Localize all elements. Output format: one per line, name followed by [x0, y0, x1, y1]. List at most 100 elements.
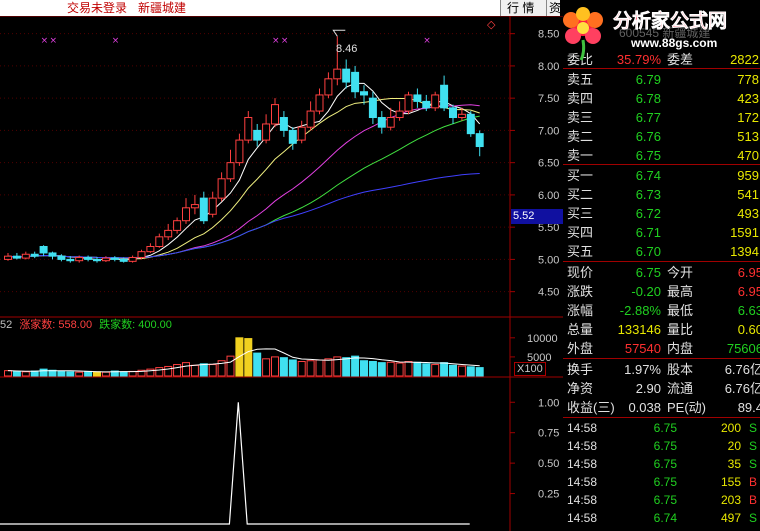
order-volume: 959 [737, 168, 759, 183]
stat-value: 6.76亿 [724, 381, 760, 396]
candle-body [244, 117, 253, 141]
stat-label: 内盘 [667, 341, 694, 356]
candle [164, 223, 173, 241]
order-price: 6.70 [635, 244, 661, 259]
candle [110, 256, 119, 262]
volume-bar [395, 362, 404, 377]
separator [563, 358, 760, 359]
candle-body [368, 97, 377, 119]
volume-bar [351, 355, 360, 377]
bid-level-row[interactable]: 买三 6.72 493 [563, 204, 760, 223]
candle-body [342, 68, 351, 83]
stat-value: 0.60 [737, 322, 760, 337]
volume-bar [288, 359, 297, 377]
candle-body [395, 110, 404, 119]
order-price: 6.71 [635, 225, 661, 240]
bid-level-row[interactable]: 买四 6.71 1591 [563, 223, 760, 242]
candle [351, 65, 360, 99]
volume-bar [57, 370, 66, 377]
candle [208, 191, 217, 218]
stat-value: 89.4 [737, 400, 760, 415]
kline-chart[interactable]: × × × × × × 8.508.007.507.006.506.005.505.004… [0, 16, 563, 531]
logo-url: www.88gs.com [630, 36, 717, 50]
volume-bar [173, 364, 182, 377]
candle-body [235, 139, 244, 164]
candle [279, 111, 288, 137]
fundamental-stat-row: 净资 2.90 流通 6.76亿 [563, 379, 760, 398]
event-marker: × [423, 36, 431, 46]
candle [146, 243, 155, 253]
stat-value: 6.76亿 [724, 362, 760, 377]
candle-body [306, 110, 315, 128]
candle-body [119, 258, 128, 262]
ask-level-row[interactable]: 卖三 6.77 172 [563, 108, 760, 127]
candle-body [449, 107, 457, 119]
tick-time: 14:58 [567, 439, 598, 453]
candle [395, 101, 404, 121]
stat-value: 1.97% [624, 362, 661, 377]
tab-quotes[interactable]: 行 情 [500, 0, 546, 16]
current-price-tag: 5.52 [511, 209, 563, 224]
candle [4, 252, 12, 261]
candle-body [475, 133, 484, 148]
candle-body [93, 258, 101, 262]
order-volume: 470 [737, 148, 759, 163]
expand-icon[interactable]: ◇ [487, 18, 496, 31]
quote-stat-row: 现价 6.75 今开 6.95 [563, 263, 760, 282]
event-marker: × [112, 36, 120, 46]
tick-price: 6.75 [653, 439, 677, 453]
volume-bar [66, 371, 75, 377]
order-level-label: 买二 [567, 187, 594, 202]
bid-level-row[interactable]: 买一 6.74 959 [563, 166, 760, 185]
stat-label: 量比 [667, 322, 694, 337]
candle [315, 88, 324, 115]
candlestick-series [4, 36, 484, 263]
candle [306, 101, 315, 131]
tick-row: 14:58 6.75 155 B [563, 473, 760, 491]
stat-value: 57540 [624, 341, 661, 356]
ask-level-row[interactable]: 卖五 6.79 778 [563, 70, 760, 89]
volume-bar [386, 361, 395, 377]
price-axis-label: 7.50 [538, 93, 559, 105]
tick-side: B [749, 475, 758, 489]
candle [48, 251, 57, 260]
quote-stat-row: 总量 133146 量比 0.60 [563, 320, 760, 339]
ask-level-row[interactable]: 卖二 6.76 513 [563, 127, 760, 146]
volume-bar [315, 359, 324, 377]
stat-label: 涨跌 [567, 284, 594, 299]
candle-body [128, 256, 137, 262]
tick-price: 6.75 [653, 493, 677, 507]
candle-body [226, 162, 235, 180]
stat-label: 净资 [567, 381, 594, 396]
stat-value: -2.88% [619, 303, 661, 318]
candle-body [182, 207, 190, 222]
tick-time: 14:58 [567, 511, 598, 525]
candle [431, 91, 440, 112]
bid-level-row[interactable]: 买五 6.70 1394 [563, 242, 760, 261]
ma10-line [7, 97, 480, 260]
tick-side: S [749, 421, 758, 435]
volume-bar [12, 370, 21, 377]
candle-body [217, 178, 226, 199]
legend-down-count: 跌家数: 400.00 [99, 319, 172, 331]
tick-row: 14:58 6.74 497 S [563, 509, 760, 527]
price-axis-label: 5.00 [538, 254, 559, 266]
trade-status-link[interactable]: 交易未登录 [67, 0, 127, 16]
ask-level-row[interactable]: 卖四 6.78 423 [563, 89, 760, 108]
candle [475, 130, 484, 157]
stat-label: 最高 [667, 284, 694, 299]
event-marker: × [50, 36, 58, 46]
candle-body [75, 256, 84, 262]
bid-level-row[interactable]: 买二 6.73 541 [563, 185, 760, 204]
candle [84, 255, 93, 262]
volume-bar [4, 370, 12, 377]
order-level-label: 卖四 [567, 91, 594, 106]
candle-body [164, 229, 173, 238]
high-price-pointer [332, 29, 346, 37]
ask-level-row[interactable]: 卖一 6.75 470 [563, 146, 760, 165]
candle-body [199, 197, 208, 222]
candle-body [146, 246, 155, 253]
price-axis-label: 6.50 [538, 158, 559, 170]
volume-bar [164, 365, 173, 377]
order-level-label: 卖一 [567, 148, 594, 163]
